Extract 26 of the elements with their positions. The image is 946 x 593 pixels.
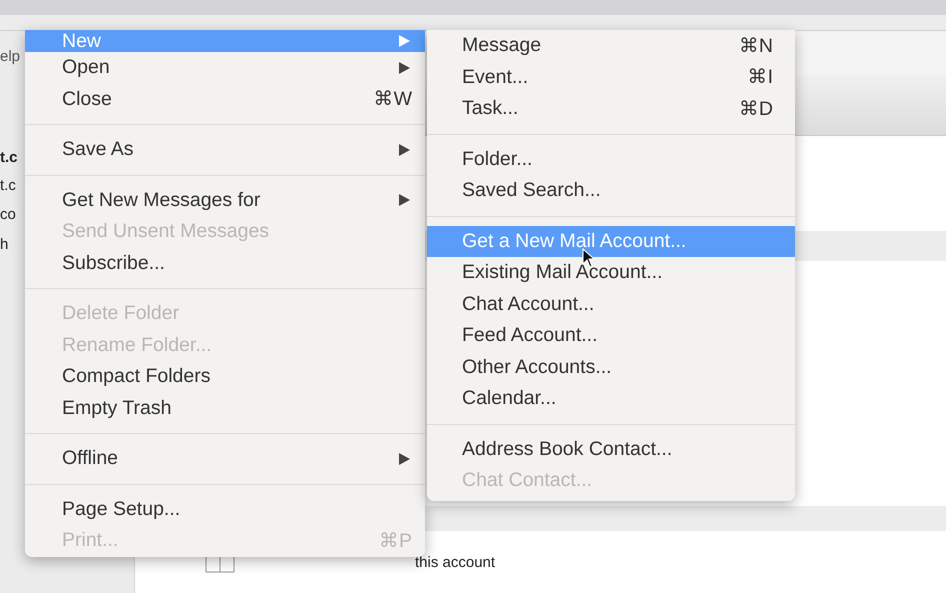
- menu-item[interactable]: Get New Messages for: [25, 184, 425, 216]
- menu-item[interactable]: Page Setup...: [25, 494, 425, 525]
- menu-item[interactable]: Feed Account...: [427, 320, 795, 352]
- menu-item[interactable]: Offline: [25, 443, 425, 474]
- menu-item[interactable]: Saved Search...: [427, 175, 795, 206]
- sidebar-text: t.c: [0, 177, 16, 194]
- menu-item[interactable]: Other Accounts...: [427, 352, 795, 383]
- menu-item[interactable]: Task... ⌘D: [427, 93, 795, 124]
- menu-item[interactable]: Folder...: [427, 144, 795, 175]
- menu-item[interactable]: Open: [25, 52, 425, 84]
- sidebar-text: co: [0, 206, 16, 223]
- menu-item[interactable]: Close ⌘W: [25, 84, 425, 115]
- menu-item[interactable]: Event... ⌘I: [427, 62, 795, 93]
- menu-item[interactable]: Existing Mail Account...: [427, 257, 795, 288]
- menu-item[interactable]: Save As: [25, 134, 425, 166]
- menu-item[interactable]: Compact Folders: [25, 361, 425, 392]
- menu-item[interactable]: Empty Trash: [25, 392, 425, 424]
- sidebar-text: h: [0, 236, 8, 253]
- sidebar-text: elp: [0, 48, 20, 65]
- menu-item[interactable]: Chat Account...: [427, 288, 795, 320]
- menu-item[interactable]: Address Book Contact...: [427, 434, 795, 465]
- settings-text: this account: [415, 554, 496, 570]
- menu-item[interactable]: Message ⌘N: [427, 30, 795, 62]
- menu-item[interactable]: Subscribe...: [25, 248, 425, 279]
- sidebar-text: t.c: [0, 149, 18, 166]
- menu-item[interactable]: Calendar...: [427, 383, 795, 414]
